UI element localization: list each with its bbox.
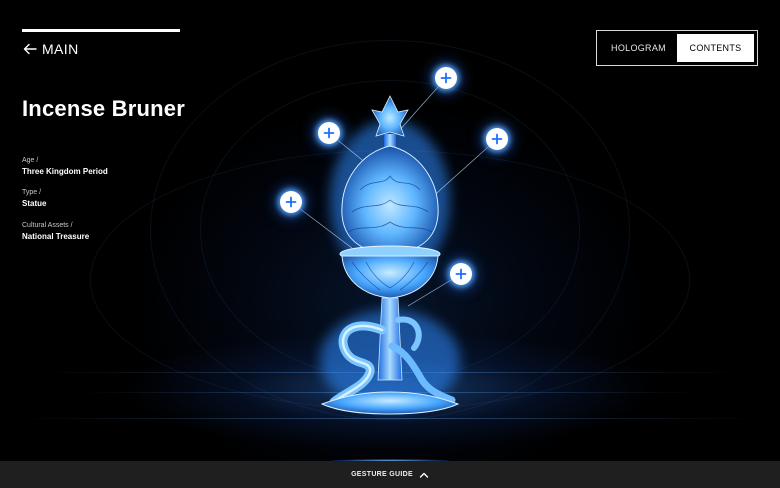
plus-icon bbox=[285, 196, 297, 208]
plus-icon bbox=[491, 133, 503, 145]
detail-label: Cultural Assets / bbox=[22, 222, 73, 229]
hotspot-stem-button[interactable] bbox=[450, 263, 472, 285]
gesture-guide-button[interactable]: GESTURE GUIDE bbox=[351, 471, 429, 479]
back-link-label: MAIN bbox=[42, 41, 79, 57]
detail-value: Three Kingdom Period bbox=[22, 167, 108, 176]
detail-label: Age / bbox=[22, 157, 39, 164]
hotspot-left-button[interactable] bbox=[280, 191, 302, 213]
chevron-up-icon bbox=[419, 472, 429, 478]
artifact-title: Incense Bruner bbox=[22, 96, 185, 121]
tab-contents[interactable]: CONTENTS bbox=[677, 34, 754, 62]
gesture-guide-label: GESTURE GUIDE bbox=[351, 471, 413, 478]
incense-burner-hologram bbox=[290, 77, 498, 415]
detail-label: Type / bbox=[22, 189, 42, 196]
detail-type: Type / Statue bbox=[22, 188, 222, 210]
tab-hologram[interactable]: HOLOGRAM bbox=[600, 34, 677, 62]
header-rule bbox=[22, 29, 180, 32]
hotspot-upper-left-button[interactable] bbox=[318, 122, 340, 144]
detail-cultural-assets: Cultural Assets / National Treasure bbox=[22, 221, 222, 243]
back-to-main-link[interactable]: MAIN bbox=[22, 41, 79, 57]
detail-value: Statue bbox=[22, 199, 47, 208]
plus-icon bbox=[323, 127, 335, 139]
hotspot-upper-right-button[interactable] bbox=[486, 128, 508, 150]
detail-age: Age / Three Kingdom Period bbox=[22, 156, 222, 178]
hotspot-finial-button[interactable] bbox=[435, 67, 457, 89]
plus-icon bbox=[455, 268, 467, 280]
hologram-stage bbox=[0, 0, 780, 488]
plus-icon bbox=[440, 72, 452, 84]
detail-value: National Treasure bbox=[22, 232, 90, 241]
arrow-left-icon bbox=[23, 43, 37, 55]
view-mode-toggle: HOLOGRAM CONTENTS bbox=[596, 30, 758, 66]
bottom-bar: GESTURE GUIDE bbox=[0, 461, 780, 488]
